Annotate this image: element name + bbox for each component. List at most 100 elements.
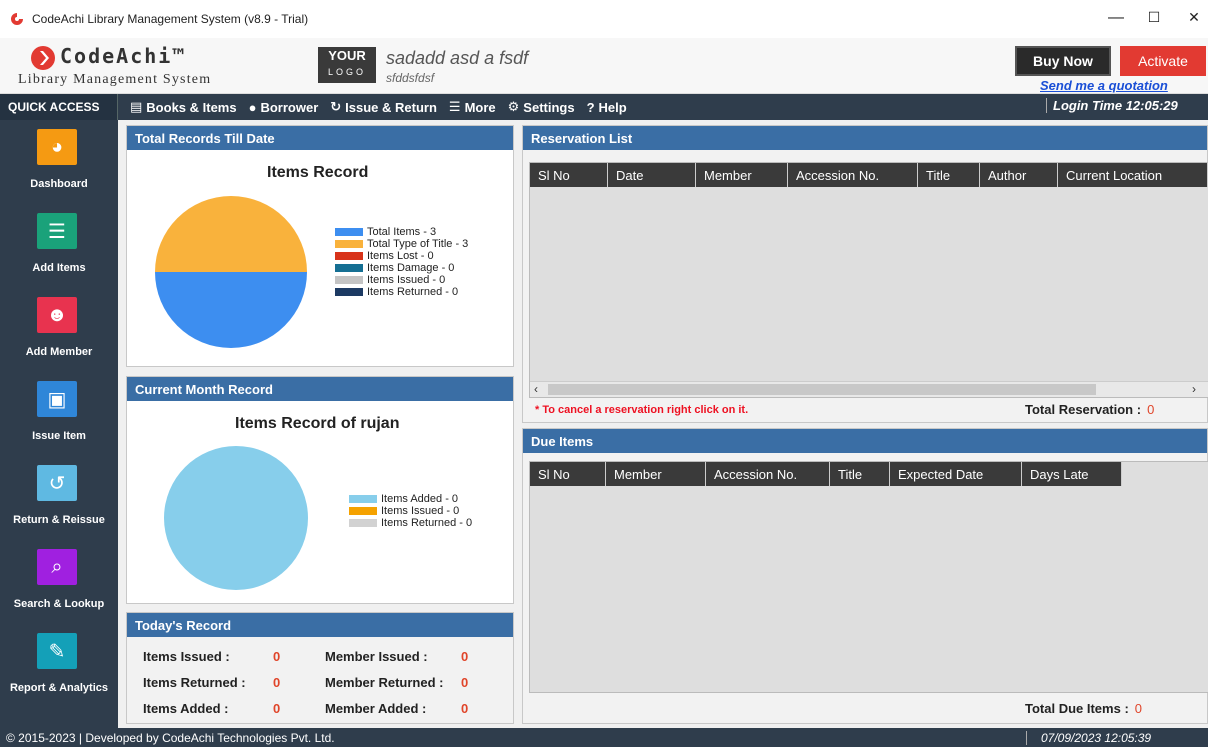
user-add-icon: ☻ <box>37 297 77 333</box>
member-issued-label: Member Issued : <box>325 649 428 664</box>
send-quotation-link[interactable]: Send me a quotation <box>1040 78 1168 93</box>
legend-label: Total Items - 3 <box>367 226 437 238</box>
menu-more[interactable]: ☰ More <box>449 99 496 115</box>
activate-button[interactable]: Activate <box>1120 46 1206 76</box>
column-header[interactable]: Title <box>918 163 980 187</box>
book-icon: ▤ <box>130 99 143 114</box>
scroll-left-icon[interactable]: ‹ <box>534 382 538 396</box>
legend-swatch <box>335 228 363 236</box>
column-header[interactable]: Days Late <box>1022 462 1122 486</box>
items-added-label: Items Added : <box>143 701 229 716</box>
login-time: Login Time 12:05:29 <box>1046 98 1178 113</box>
sidebar-item-label: Add Member <box>25 346 93 358</box>
pie-slice-total-type-of-title <box>155 196 307 272</box>
legend-label: Items Returned - 0 <box>381 517 473 529</box>
return-icon: ↺ <box>37 465 77 501</box>
reservation-list-panel: Reservation List Sl No Date Member Acces… <box>522 125 1208 423</box>
due-items-panel: Due Items Sl No Member Accession No. Tit… <box>522 428 1208 724</box>
status-footer: © 2015-2023 | Developed by CodeAchi Tech… <box>0 728 1208 747</box>
sidebar-item-report-analytics[interactable]: ✎ Report & Analytics <box>0 624 118 708</box>
legend-swatch <box>335 240 363 248</box>
member-issued-value: 0 <box>461 649 469 664</box>
column-header[interactable]: Title <box>830 462 890 486</box>
column-header[interactable]: Accession No. <box>788 163 918 187</box>
menu-settings[interactable]: ⚙ Settings <box>508 99 575 115</box>
sidebar-item-dashboard[interactable]: ◕ Dashboard <box>0 120 118 204</box>
legend-swatch <box>335 264 363 272</box>
window-title: CodeAchi Library Management System (v8.9… <box>32 12 309 26</box>
pie-slice-total-items <box>155 272 307 348</box>
legend-label: Items Lost - 0 <box>367 250 434 262</box>
legend-item: Items Added - 0 <box>349 493 472 505</box>
legend-swatch <box>335 276 363 284</box>
column-header[interactable]: Author <box>980 163 1058 187</box>
minimize-button[interactable]: — <box>1106 9 1126 27</box>
legend-item: Items Damage - 0 <box>335 262 468 274</box>
todays-record-header: Today's Record <box>127 613 513 637</box>
scrollbar-thumb[interactable] <box>548 384 1096 395</box>
items-record-chart-title: Items Record <box>267 164 369 181</box>
column-header[interactable]: Accession No. <box>706 462 830 486</box>
column-header[interactable]: Date <box>608 163 696 187</box>
gear-icon: ⚙ <box>507 99 520 114</box>
legend-swatch <box>349 507 377 515</box>
sidebar-item-search-lookup[interactable]: ⌕ Search & Lookup <box>0 540 118 624</box>
help-icon: ? <box>586 99 595 115</box>
items-record-pie-slices <box>155 196 307 348</box>
legend-swatch <box>349 495 377 503</box>
column-header[interactable]: Expected Date <box>890 462 1022 486</box>
legend-item: Items Issued - 0 <box>349 505 472 517</box>
member-returned-value: 0 <box>461 675 469 690</box>
items-added-value: 0 <box>273 701 281 716</box>
column-header[interactable]: Current Location <box>1058 163 1208 187</box>
sidebar-item-label: Return & Reissue <box>13 514 105 526</box>
menu-borrower[interactable]: ● Borrower <box>249 100 319 115</box>
quick-access-sidebar: ◕ Dashboard ☰ Add Items ☻ Add Member ▣ I… <box>0 120 118 728</box>
menu-issue-return[interactable]: ↻ Issue & Return <box>330 99 437 115</box>
organization-name: sadadd asd a fsdf <box>386 48 529 68</box>
window-titlebar: CodeAchi Library Management System (v8.9… <box>0 0 1208 38</box>
member-returned-label: Member Returned : <box>325 675 444 690</box>
sidebar-item-add-member[interactable]: ☻ Add Member <box>0 288 118 372</box>
brand-subtitle: Library Management System <box>18 72 212 87</box>
items-returned-label: Items Returned : <box>143 675 246 690</box>
buy-now-button[interactable]: Buy Now <box>1015 46 1111 76</box>
scroll-right-icon[interactable]: › <box>1192 382 1196 396</box>
legend-label: Items Added - 0 <box>381 493 459 505</box>
sidebar-item-add-items[interactable]: ☰ Add Items <box>0 204 118 288</box>
legend-label: Total Type of Title - 3 <box>367 238 469 250</box>
legend-swatch <box>349 519 377 527</box>
reservation-table[interactable]: Sl No Date Member Accession No. Title Au… <box>529 162 1208 398</box>
total-reservation-label: Total Reservation : <box>1025 402 1142 417</box>
sidebar-item-return-reissue[interactable]: ↺ Return & Reissue <box>0 456 118 540</box>
sidebar-item-issue-item[interactable]: ▣ Issue Item <box>0 372 118 456</box>
brand-name: CodeAchi™ <box>60 44 187 68</box>
menu-help[interactable]: ? Help <box>587 100 627 115</box>
current-month-header: Current Month Record <box>127 377 513 401</box>
brand-mark-icon <box>31 46 55 70</box>
legend-item: Total Type of Title - 3 <box>335 238 468 250</box>
column-header[interactable]: Sl No <box>530 462 606 486</box>
current-month-chart-area: Items Record of rujan Items Added - 0 It… <box>131 405 509 597</box>
menu-books-items[interactable]: ▤ Books & Items <box>130 99 237 115</box>
column-header[interactable]: Sl No <box>530 163 608 187</box>
maximize-button[interactable]: ☐ <box>1144 9 1164 26</box>
due-items-table[interactable]: Sl No Member Accession No. Title Expecte… <box>529 461 1208 693</box>
close-button[interactable]: ✕ <box>1184 9 1204 26</box>
column-header[interactable]: Member <box>606 462 706 486</box>
items-record-month-pie-slices <box>164 446 308 590</box>
items-issued-label: Items Issued : <box>143 649 230 664</box>
app-header: CodeAchi™ Library Management System YOUR… <box>0 38 1208 94</box>
legend-swatch <box>335 288 363 296</box>
reservation-cancel-note: * To cancel a reservation right click on… <box>535 404 749 416</box>
brand-logo: CodeAchi™ Library Management System <box>16 40 266 92</box>
horizontal-scrollbar[interactable]: ‹ › <box>530 381 1208 397</box>
menu-icon: ☰ <box>448 99 461 114</box>
pie-empty-slice <box>164 446 308 590</box>
total-records-panel: Total Records Till Date Items Record Tot… <box>126 125 514 367</box>
total-records-chart-area: Items Record Total Items - 3 Total Type … <box>131 154 509 360</box>
column-header[interactable]: Member <box>696 163 788 187</box>
total-due-items: Total Due Items : 0 <box>1025 701 1142 716</box>
organization-subtitle: sfddsfdsf <box>386 71 435 85</box>
items-issued-value: 0 <box>273 649 281 664</box>
